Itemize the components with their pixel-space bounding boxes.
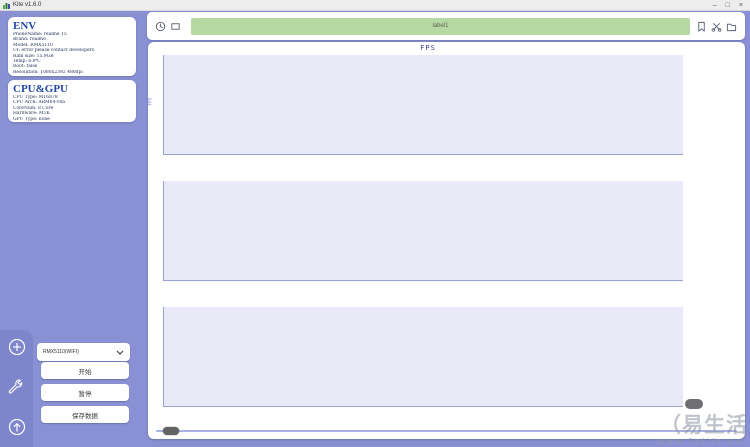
- timeline-track[interactable]: [156, 430, 737, 432]
- chart-plot[interactable]: [163, 307, 683, 407]
- env-info-line: Resolution: 1080x2392 480dpi: [13, 70, 131, 75]
- close-button[interactable]: ×: [739, 0, 743, 11]
- cpugpu-panel: CPU&GPU CPU Type: MT6878CPU Arch: ARM64-…: [8, 80, 136, 122]
- battery-chart: [148, 294, 745, 420]
- status-label: label1: [432, 23, 448, 29]
- env-info-lines: PhoneName: realme 15Brand: realmeModel: …: [13, 32, 131, 75]
- charts-panel: FPS FPS: [148, 42, 745, 439]
- top-toolbar: label1: [147, 12, 745, 40]
- minimize-button[interactable]: –: [713, 0, 717, 11]
- device-select-value: RMX5110(WIFI): [43, 349, 116, 355]
- maximize-button[interactable]: □: [726, 0, 730, 11]
- timeline-slider[interactable]: [156, 427, 737, 435]
- fps-chart: FPS FPS: [148, 42, 745, 168]
- env-panel-title: ENV: [13, 20, 131, 32]
- chart-plot[interactable]: [163, 181, 683, 281]
- env-panel: ENV PhoneName: realme 15Brand: realmeMod…: [8, 17, 136, 76]
- action-rail: [0, 330, 33, 447]
- cloud-upload-icon[interactable]: [8, 418, 26, 436]
- app-window: Kite v1.6.0 – □ × ENV PhoneName: realme …: [0, 0, 750, 447]
- wrench-icon[interactable]: [8, 378, 26, 396]
- chart-title: FPS: [148, 44, 708, 52]
- title-bar: Kite v1.6.0 – □ ×: [0, 0, 750, 11]
- scissors-icon[interactable]: [711, 21, 722, 32]
- chart-plot[interactable]: [163, 55, 683, 155]
- chevron-down-icon: [116, 350, 124, 355]
- folder-icon[interactable]: [726, 21, 737, 32]
- cpugpu-panel-title: CPU&GPU: [13, 83, 131, 95]
- bookmark-icon[interactable]: [696, 21, 707, 32]
- add-icon[interactable]: [8, 338, 26, 356]
- cpugpu-info-lines: CPU Type: MT6878CPU Arch: ARM64-v8aCoreN…: [13, 95, 131, 122]
- timeline-handle[interactable]: [163, 427, 179, 435]
- device-select[interactable]: RMX5110(WIFI): [37, 343, 130, 361]
- status-label-bar: label1: [191, 18, 690, 35]
- cpugpu-info-line: GPU Type: none: [13, 117, 131, 122]
- refresh-icon[interactable]: [155, 21, 166, 32]
- screen-capture-icon[interactable]: [170, 21, 181, 32]
- watermark-logo-blob: [685, 399, 703, 409]
- y-axis-label: FPS: [149, 95, 154, 109]
- pause-button[interactable]: 暂停: [41, 384, 129, 401]
- window-title: Kite v1.6.0: [13, 2, 41, 8]
- start-button[interactable]: 开始: [41, 362, 129, 379]
- cpu-clock-chart: [148, 168, 745, 294]
- app-icon: [3, 2, 10, 9]
- save-data-button[interactable]: 保存数据: [41, 406, 129, 423]
